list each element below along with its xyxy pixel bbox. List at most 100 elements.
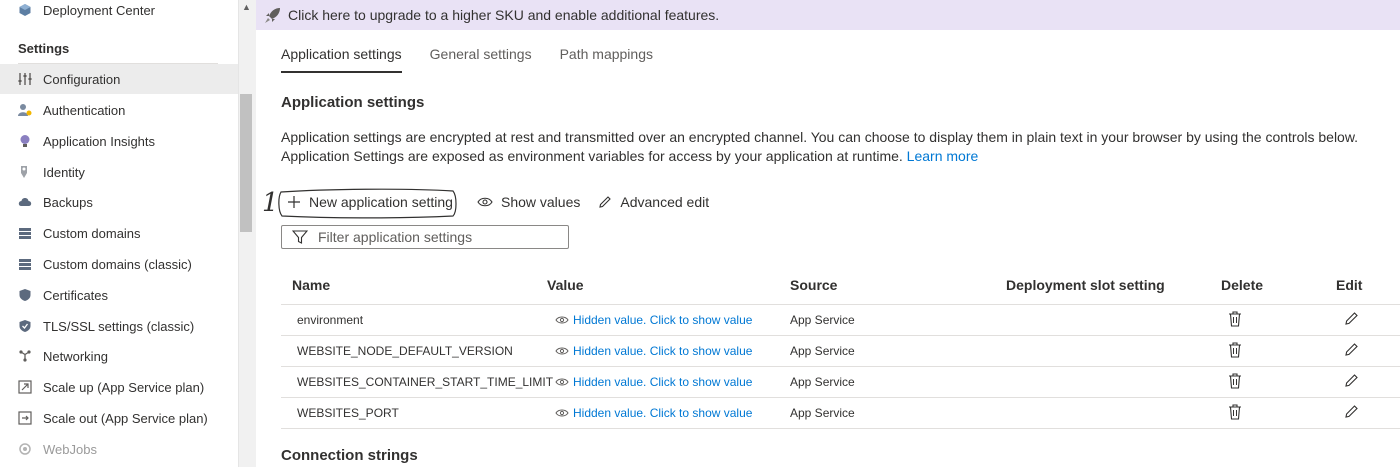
sidebar-item-deployment-center[interactable]: Deployment Center <box>0 0 238 25</box>
column-header-value[interactable]: Value <box>547 277 584 293</box>
toolbar: New application setting Show values Adva… <box>278 188 727 219</box>
filter-icon <box>292 229 308 245</box>
sidebar-item-webjobs[interactable]: WebJobs <box>0 434 238 464</box>
tls-ssl-icon <box>18 319 32 333</box>
table-row: WEBSITES_PORT Hidden value. Click to sho… <box>281 398 1400 429</box>
edit-icon[interactable] <box>1344 373 1359 388</box>
setting-source: App Service <box>790 344 855 358</box>
hidden-value-text: Hidden value. Click to show value <box>573 344 753 358</box>
scrollbar-thumb[interactable] <box>240 94 252 232</box>
tab-application-settings[interactable]: Application settings <box>281 46 402 73</box>
delete-icon[interactable] <box>1228 311 1242 327</box>
sidebar-item-label: Configuration <box>43 71 121 87</box>
sidebar-item-custom-domains-classic[interactable]: Custom domains (classic) <box>0 249 238 279</box>
table-header: Name Value Source Deployment slot settin… <box>281 268 1400 305</box>
section-description: Application settings are encrypted at re… <box>281 128 1396 166</box>
hidden-value-text: Hidden value. Click to show value <box>573 406 753 420</box>
table-row: WEBSITE_NODE_DEFAULT_VERSION Hidden valu… <box>281 336 1400 367</box>
sidebar-item-custom-domains[interactable]: Custom domains <box>0 218 238 248</box>
learn-more-link[interactable]: Learn more <box>907 148 979 164</box>
delete-icon[interactable] <box>1228 373 1242 389</box>
sidebar-item-networking[interactable]: Networking <box>0 341 238 371</box>
sidebar-section-title: Settings <box>18 41 70 56</box>
app-settings-table: Name Value Source Deployment slot settin… <box>281 268 1400 429</box>
sidebar-item-backups[interactable]: Backups <box>0 187 238 217</box>
sidebar-item-scale-out[interactable]: Scale out (App Service plan) <box>0 403 238 433</box>
setting-source: App Service <box>790 406 855 420</box>
sidebar-item-label: Custom domains <box>43 225 141 241</box>
hidden-value-text: Hidden value. Click to show value <box>573 375 753 389</box>
sidebar-item-scale-up[interactable]: Scale up (App Service plan) <box>0 372 238 402</box>
delete-icon[interactable] <box>1228 342 1242 358</box>
plus-icon <box>287 195 301 209</box>
hidden-value-link[interactable]: Hidden value. Click to show value <box>555 313 752 327</box>
setting-source: App Service <box>790 375 855 389</box>
section-title: Application settings <box>281 94 425 111</box>
delete-icon[interactable] <box>1228 404 1242 420</box>
connection-strings-title: Connection strings <box>281 447 418 464</box>
column-header-deployment-slot[interactable]: Deployment slot setting <box>1006 277 1165 293</box>
show-values-button[interactable]: Show values <box>477 194 580 210</box>
annotation-number: 1 <box>262 188 279 218</box>
setting-source: App Service <box>790 313 855 327</box>
hidden-value-text: Hidden value. Click to show value <box>573 313 753 327</box>
eye-icon <box>555 315 569 325</box>
advanced-edit-label: Advanced edit <box>620 194 710 210</box>
eye-icon <box>555 346 569 356</box>
deployment-center-icon <box>18 3 32 17</box>
sidebar-item-application-insights[interactable]: Application Insights <box>0 126 238 156</box>
sidebar-item-tls-ssl-settings-classic[interactable]: TLS/SSL settings (classic) <box>0 311 238 341</box>
edit-icon[interactable] <box>1344 404 1359 419</box>
sidebar-item-label: WebJobs <box>43 441 97 457</box>
eye-icon <box>555 408 569 418</box>
tab-path-mappings[interactable]: Path mappings <box>560 46 653 72</box>
scale-up-icon <box>18 380 32 394</box>
description-text: Application settings are encrypted at re… <box>281 129 1359 164</box>
sidebar-scrollbar[interactable] <box>238 0 256 467</box>
column-header-delete: Delete <box>1221 277 1264 293</box>
pencil-icon <box>598 195 612 209</box>
tab-bar: Application settings General settings Pa… <box>281 46 681 73</box>
sidebar-item-identity[interactable]: Identity <box>0 157 238 187</box>
sidebar-item-authentication[interactable]: Authentication <box>0 95 238 125</box>
certificates-icon <box>18 288 32 302</box>
tab-general-settings[interactable]: General settings <box>430 46 532 72</box>
hidden-value-link[interactable]: Hidden value. Click to show value <box>555 375 752 389</box>
custom-domains-icon <box>18 226 32 240</box>
hidden-value-link[interactable]: Hidden value. Click to show value <box>555 406 752 420</box>
identity-icon <box>18 165 32 179</box>
authentication-icon <box>18 103 32 117</box>
table-row: WEBSITES_CONTAINER_START_TIME_LIMIT Hidd… <box>281 367 1400 398</box>
sidebar-item-label: Authentication <box>43 102 126 118</box>
sidebar-item-label: Certificates <box>43 287 109 303</box>
hidden-value-link[interactable]: Hidden value. Click to show value <box>555 344 752 358</box>
eye-icon <box>555 377 569 387</box>
custom-domains-classic-icon <box>18 257 32 271</box>
banner-text: Click here to upgrade to a higher SKU an… <box>288 7 720 23</box>
rocket-icon <box>264 6 282 24</box>
upgrade-banner[interactable]: Click here to upgrade to a higher SKU an… <box>256 0 1400 30</box>
sidebar-item-label: TLS/SSL settings (classic) <box>43 318 195 334</box>
setting-name: WEBSITE_NODE_DEFAULT_VERSION <box>297 344 513 358</box>
sidebar-item-label: Application Insights <box>43 133 156 149</box>
application-insights-icon <box>18 134 32 148</box>
scroll-up-icon[interactable]: ▲ <box>242 2 251 12</box>
new-application-setting-button[interactable]: New application setting <box>278 188 459 219</box>
column-header-edit: Edit <box>1336 277 1363 293</box>
sidebar: Deployment Center Settings Configuration… <box>0 0 238 467</box>
table-row: environment Hidden value. Click to show … <box>281 305 1400 336</box>
edit-icon[interactable] <box>1344 342 1359 357</box>
networking-icon <box>18 349 32 363</box>
sidebar-item-certificates[interactable]: Certificates <box>0 280 238 310</box>
column-header-source[interactable]: Source <box>790 277 837 293</box>
setting-name: WEBSITES_PORT <box>297 406 399 420</box>
column-header-name[interactable]: Name <box>292 277 330 293</box>
advanced-edit-button[interactable]: Advanced edit <box>598 194 709 210</box>
setting-name: WEBSITES_CONTAINER_START_TIME_LIMIT <box>297 375 554 389</box>
filter-application-settings-input[interactable] <box>316 228 560 246</box>
eye-icon <box>477 196 493 208</box>
backups-icon <box>18 195 32 209</box>
sidebar-item-configuration[interactable]: Configuration <box>0 64 238 94</box>
setting-name: environment <box>297 313 364 327</box>
edit-icon[interactable] <box>1344 311 1359 326</box>
